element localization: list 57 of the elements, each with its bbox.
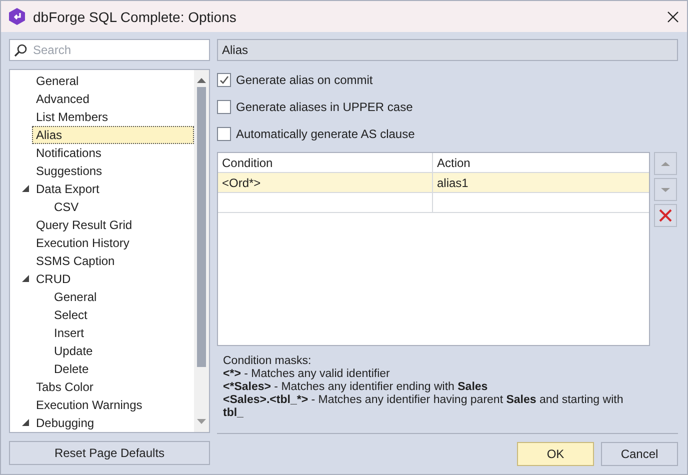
search-icon	[14, 44, 27, 56]
table-cell-text: alias1	[436, 174, 470, 192]
app-logo-icon	[9, 8, 25, 25]
down-arrow-icon	[661, 186, 670, 192]
mask-description: <Sales>.<tbl_*> - Matches any identifier having parent Sales and starting with tbl_	[223, 394, 624, 420]
table-row[interactable]: <Ord*> alias1	[218, 173, 649, 193]
cancel-button[interactable]: Cancel	[601, 442, 678, 466]
tree-item[interactable]: General	[32, 72, 83, 90]
reset-page-defaults-button[interactable]: Reset Page Defaults	[9, 441, 210, 465]
column-header[interactable]: Condition	[218, 153, 433, 172]
up-arrow-icon	[661, 160, 670, 166]
tree-item[interactable]: Execution History	[32, 234, 134, 252]
tree-item[interactable]: Delete	[50, 360, 93, 378]
move-up-button[interactable]	[654, 152, 677, 175]
tree-item[interactable]: Notifications	[32, 144, 106, 162]
tree-item[interactable]: Tabs Color	[32, 378, 98, 396]
delete-button[interactable]	[654, 204, 677, 227]
scroll-up-arrow-icon[interactable]	[197, 76, 206, 85]
mask-description: <*> - Matches any valid identifier	[223, 368, 391, 381]
scroll-down-arrow-icon[interactable]	[197, 417, 206, 426]
tree-item[interactable]: Execution Warnings	[32, 396, 146, 414]
tree-item[interactable]: CSV	[50, 198, 83, 216]
search-box[interactable]: Search	[9, 39, 210, 61]
tree-item[interactable]: Insert	[50, 324, 88, 342]
tree-item[interactable]: Alias	[32, 126, 194, 144]
tree-item[interactable]: General	[50, 288, 101, 306]
page-title: Alias	[217, 39, 678, 61]
checkbox-label[interactable]: Automatically generate AS clause	[236, 126, 415, 140]
tree-item[interactable]: SSMS Caption	[32, 252, 119, 270]
checkbox[interactable]	[217, 126, 231, 140]
checkbox-label[interactable]: Generate aliases in UPPER case	[236, 100, 413, 114]
tree-item[interactable]: Advanced	[32, 90, 94, 108]
tree-item[interactable]: Query Result Grid	[32, 216, 136, 234]
search-field[interactable]: Search	[31, 42, 205, 58]
collapse-arrow-icon[interactable]	[22, 275, 29, 282]
tree-item[interactable]: Update	[50, 342, 97, 360]
window-title: dbForge SQL Complete: Options	[33, 8, 238, 24]
checkbox-label[interactable]: Generate alias on commit	[236, 72, 373, 86]
tree-item[interactable]: Select	[50, 306, 92, 324]
mask-description: <*Sales> - Matches any identifier ending with Sales	[223, 381, 489, 394]
close-icon[interactable]	[667, 10, 679, 22]
column-header[interactable]: Action	[433, 153, 649, 172]
collapse-arrow-icon[interactable]	[22, 185, 29, 192]
collapse-arrow-icon[interactable]	[22, 419, 29, 426]
move-down-button[interactable]	[654, 178, 677, 201]
tree-item[interactable]: List Members	[32, 108, 112, 126]
tree-item[interactable]: Debugging	[32, 414, 98, 432]
scrollbar[interactable]	[194, 70, 209, 432]
masks-title: Condition masks:	[223, 355, 312, 368]
table-cell: <Ord*>	[218, 173, 433, 192]
checkbox[interactable]	[217, 100, 231, 114]
checkbox[interactable]	[217, 72, 231, 86]
close-icon	[659, 209, 672, 222]
ok-button[interactable]: OK	[517, 442, 594, 466]
tree-item[interactable]: Suggestions	[32, 162, 106, 180]
tree-item[interactable]: CRUD	[32, 270, 75, 288]
tree-item[interactable]: Data Export	[32, 180, 104, 198]
